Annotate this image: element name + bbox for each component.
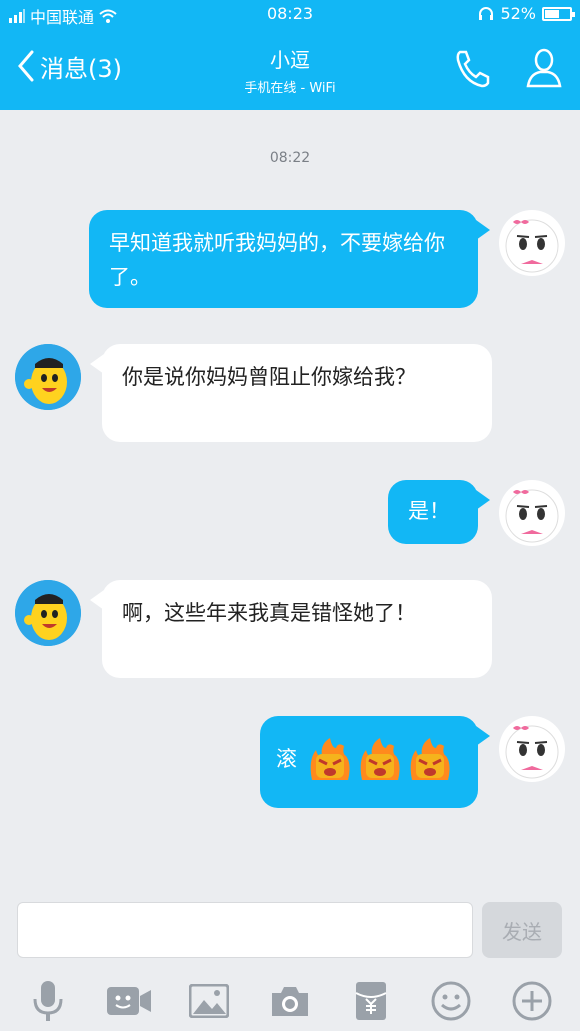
camera-button[interactable]: [266, 977, 314, 1025]
emoji-button[interactable]: [427, 977, 475, 1025]
headset-icon: [479, 6, 494, 20]
video-icon: [106, 986, 151, 1015]
message-bubble-outgoing[interactable]: 早知道我就听我妈妈的，不要嫁给你了。: [89, 210, 490, 308]
more-button[interactable]: [508, 977, 556, 1025]
message-text: 滚: [276, 747, 297, 771]
voice-button[interactable]: [24, 977, 72, 1025]
call-button[interactable]: [452, 46, 492, 90]
red-packet-icon: [355, 981, 387, 1020]
message-text: 你是说你妈妈曾阻止你嫁给我？: [122, 365, 416, 389]
yellow-bean-avatar-icon: [15, 580, 81, 646]
message-input[interactable]: [17, 902, 473, 958]
phone-icon: [456, 50, 490, 88]
person-icon: [526, 48, 562, 88]
message-bubble-outgoing[interactable]: 是！: [388, 480, 490, 544]
message-text: 啊，这些年来我真是错怪她了！: [122, 601, 416, 625]
contact-name: 小逗: [270, 48, 310, 72]
contact-avatar[interactable]: [15, 344, 81, 410]
emoji-icon: [431, 981, 471, 1020]
input-toolbar: [0, 970, 580, 1031]
girl-avatar-icon: [505, 725, 559, 779]
girl-avatar-icon: [505, 489, 559, 543]
composer-bar: 发送: [0, 890, 580, 970]
message-text: 早知道我就听我妈妈的，不要嫁给你了。: [109, 231, 445, 289]
angry-fire-emoji-icon: [410, 738, 450, 780]
image-button[interactable]: [185, 977, 233, 1025]
my-avatar[interactable]: [499, 480, 565, 546]
girl-avatar-icon: [505, 219, 559, 273]
battery-fill: [545, 9, 559, 18]
camera-icon: [271, 986, 308, 1016]
contact-avatar[interactable]: [15, 580, 81, 646]
yellow-bean-avatar-icon: [15, 344, 81, 410]
battery-icon: [542, 6, 575, 21]
profile-button[interactable]: [524, 46, 564, 90]
top-bar: 中国联通 08:23 52% 消息(3) 小逗 手机在线 - WiFi: [0, 0, 580, 110]
plus-icon: [512, 981, 552, 1020]
red-packet-button[interactable]: [347, 977, 395, 1025]
message-text: 是！: [408, 499, 450, 523]
message-bubble-incoming[interactable]: 你是说你妈妈曾阻止你嫁给我？: [90, 344, 492, 442]
message-bubble-incoming[interactable]: 啊，这些年来我真是错怪她了！: [90, 580, 492, 678]
image-icon: [189, 983, 230, 1018]
my-avatar[interactable]: [499, 716, 565, 782]
video-call-button[interactable]: [105, 977, 153, 1025]
battery-percent: 52%: [500, 4, 536, 23]
contact-status: 手机在线 - WiFi: [244, 81, 336, 96]
angry-fire-emoji-icon: [310, 738, 350, 780]
conversation-title: 小逗 手机在线 - WiFi: [0, 44, 580, 96]
status-bar: 中国联通 08:23 52%: [0, 0, 580, 30]
microphone-icon: [33, 980, 63, 1021]
send-button[interactable]: 发送: [482, 902, 562, 958]
chat-timestamp: 08:22: [269, 150, 311, 166]
angry-fire-emoji-icon: [360, 738, 400, 780]
message-bubble-outgoing[interactable]: 滚: [260, 716, 490, 808]
my-avatar[interactable]: [499, 210, 565, 276]
